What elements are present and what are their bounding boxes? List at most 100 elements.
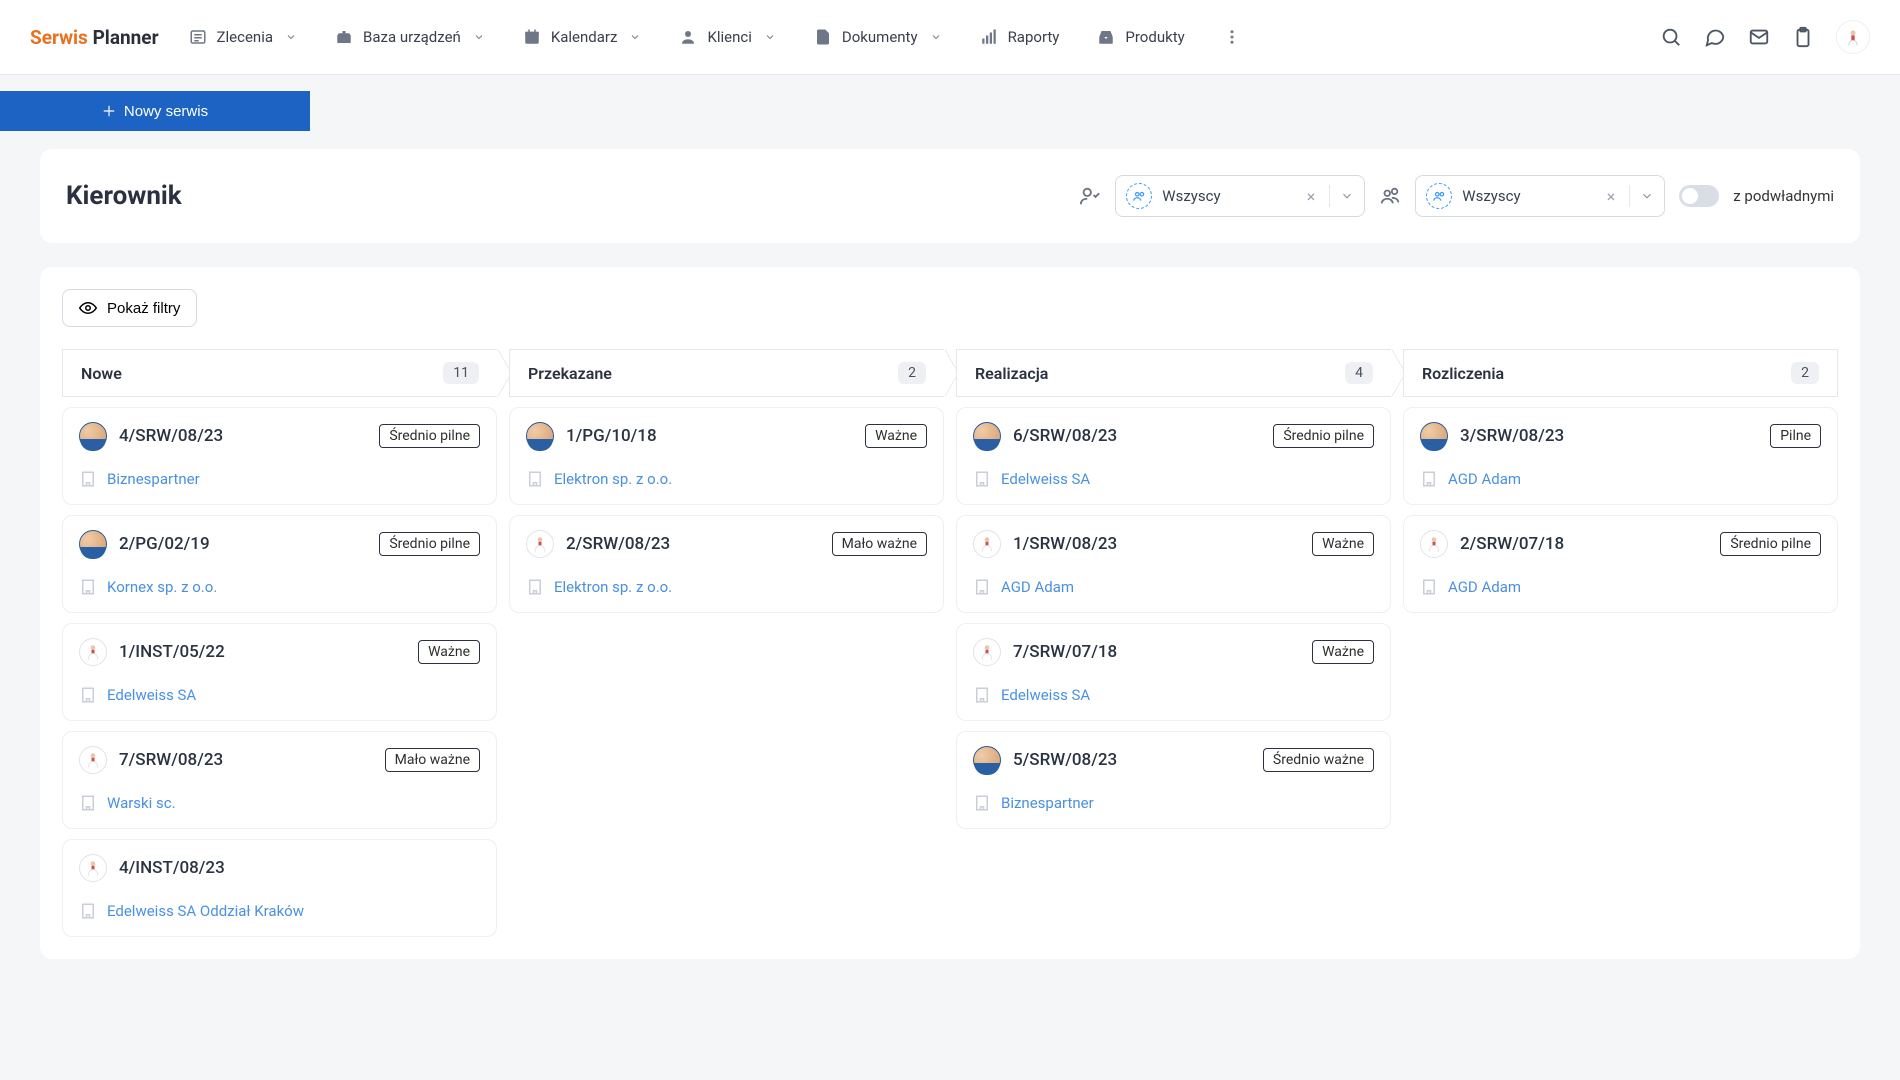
priority-badge: Ważne <box>865 424 927 448</box>
building-icon <box>973 470 991 488</box>
nav-item-kalendarz[interactable]: Kalendarz <box>523 28 642 46</box>
clear-icon[interactable]: × <box>1303 187 1320 206</box>
nav-label: Baza urządzeń <box>363 28 461 46</box>
order-card[interactable]: 7/SRW/07/18WażneEdelweiss SA <box>956 623 1391 721</box>
column-header[interactable]: Nowe11 <box>62 349 497 397</box>
nav-item-more[interactable] <box>1223 28 1241 46</box>
client-link[interactable]: Edelweiss SA <box>1001 470 1090 488</box>
client-link[interactable]: Kornex sp. z o.o. <box>107 578 217 596</box>
users-dashed-icon <box>1126 183 1152 209</box>
clipboard-icon[interactable] <box>1792 26 1814 48</box>
column-count-badge: 2 <box>898 362 926 384</box>
client-link[interactable]: AGD Adam <box>1001 578 1074 596</box>
column-title: Realizacja <box>975 364 1048 383</box>
document-icon <box>814 28 832 46</box>
client-link[interactable]: Elektron sp. z o.o. <box>554 470 672 488</box>
person-check-icon <box>1079 185 1101 207</box>
search-icon[interactable] <box>1660 26 1682 48</box>
building-icon <box>526 470 544 488</box>
order-card[interactable]: 1/INST/05/22WażneEdelweiss SA <box>62 623 497 721</box>
chevron-down-icon <box>764 31 776 43</box>
filter-user-select[interactable]: Wszyscy × <box>1115 175 1365 217</box>
nav-item-dokumenty[interactable]: Dokumenty <box>814 28 942 46</box>
column-header[interactable]: Rozliczenia2 <box>1403 349 1838 397</box>
chevron-down-icon <box>473 31 485 43</box>
bars-icon <box>980 28 998 46</box>
order-card[interactable]: 3/SRW/08/23PilneAGD Adam <box>1403 407 1838 505</box>
client-link[interactable]: Edelweiss SA <box>1001 686 1090 704</box>
column-header[interactable]: Przekazane2 <box>509 349 944 397</box>
client-link[interactable]: Warski sc. <box>107 794 176 812</box>
order-card[interactable]: 5/SRW/08/23Średnio ważneBiznespartner <box>956 731 1391 829</box>
order-code: 4/SRW/08/23 <box>119 426 367 446</box>
client-link[interactable]: AGD Adam <box>1448 578 1521 596</box>
nav-item-produkty[interactable]: Produkty <box>1097 28 1184 46</box>
assignee-avatar <box>79 638 107 666</box>
page-title: Kierownik <box>66 181 182 211</box>
column-count-badge: 11 <box>443 362 479 384</box>
new-service-button[interactable]: Nowy serwis <box>0 91 310 131</box>
column-cards: 3/SRW/08/23PilneAGD Adam 2/SRW/07/18Śred… <box>1403 407 1838 613</box>
order-code: 4/INST/08/23 <box>119 858 480 878</box>
priority-badge: Średnio pilne <box>1273 424 1374 448</box>
clear-icon[interactable]: × <box>1603 187 1620 206</box>
client-link[interactable]: Edelweiss SA <box>107 686 196 704</box>
assignee-avatar <box>526 422 554 450</box>
nav-item-zlecenia[interactable]: Zlecenia <box>189 28 297 46</box>
nav-item-baza[interactable]: Baza urządzeń <box>335 28 485 46</box>
logo[interactable]: Serwis Planner <box>30 26 159 49</box>
order-code: 3/SRW/08/23 <box>1460 426 1758 446</box>
client-link[interactable]: Edelweiss SA Oddział Kraków <box>107 902 304 920</box>
chat-icon[interactable] <box>1704 26 1726 48</box>
chevron-down-icon <box>285 31 297 43</box>
client-link[interactable]: Elektron sp. z o.o. <box>554 578 672 596</box>
assignee-avatar <box>79 422 107 450</box>
column-header[interactable]: Realizacja 4 <box>956 349 1391 397</box>
nav-item-klienci[interactable]: Klienci <box>679 28 775 46</box>
building-icon <box>973 794 991 812</box>
subordinates-toggle[interactable] <box>1679 185 1719 207</box>
nav-item-raporty[interactable]: Raporty <box>980 28 1060 46</box>
order-card[interactable]: 6/SRW/08/23Średnio pilneEdelweiss SA <box>956 407 1391 505</box>
order-card[interactable]: 4/INST/08/23 Edelweiss SA Oddział Kraków <box>62 839 497 937</box>
topnav-right-icons <box>1660 20 1870 54</box>
mail-icon[interactable] <box>1748 26 1770 48</box>
assignee-avatar <box>79 746 107 774</box>
order-code: 5/SRW/08/23 <box>1013 750 1251 770</box>
show-filters-button[interactable]: Pokaż filtry <box>62 289 197 327</box>
client-link[interactable]: AGD Adam <box>1448 470 1521 488</box>
nav-label: Kalendarz <box>551 28 618 46</box>
client-link[interactable]: Biznespartner <box>107 470 200 488</box>
order-code: 1/SRW/08/23 <box>1013 534 1300 554</box>
order-card[interactable]: 2/SRW/07/18Średnio pilneAGD Adam <box>1403 515 1838 613</box>
order-code: 2/SRW/08/23 <box>566 534 820 554</box>
team-icon <box>1379 185 1401 207</box>
logo-part2: Planner <box>93 26 159 49</box>
order-card[interactable]: 4/SRW/08/23Średnio pilneBiznespartner <box>62 407 497 505</box>
chevron-down-icon[interactable] <box>1640 189 1654 203</box>
assignee-avatar <box>79 854 107 882</box>
priority-badge: Ważne <box>418 640 480 664</box>
priority-badge: Ważne <box>1312 532 1374 556</box>
user-avatar[interactable] <box>1836 20 1870 54</box>
chevron-down-icon <box>930 31 942 43</box>
client-link[interactable]: Biznespartner <box>1001 794 1094 812</box>
order-card[interactable]: 7/SRW/08/23Mało ważneWarski sc. <box>62 731 497 829</box>
building-icon <box>79 470 97 488</box>
column-count-badge: 4 <box>1345 362 1373 384</box>
order-card[interactable]: 2/SRW/08/23Mało ważneElektron sp. z o.o. <box>509 515 944 613</box>
inbox-icon <box>1097 28 1115 46</box>
filter-team-select[interactable]: Wszyscy × <box>1415 175 1665 217</box>
order-card[interactable]: 1/SRW/08/23 Ważne AGD Adam <box>956 515 1391 613</box>
assignee-avatar <box>973 422 1001 450</box>
priority-badge: Mało ważne <box>385 748 480 772</box>
order-card[interactable]: 2/PG/02/19Średnio pilneKornex sp. z o.o. <box>62 515 497 613</box>
order-card[interactable]: 1/PG/10/18WażneElektron sp. z o.o. <box>509 407 944 505</box>
assignee-avatar <box>973 530 1001 558</box>
building-icon <box>79 686 97 704</box>
chevron-down-icon[interactable] <box>1340 189 1354 203</box>
column-cards: 1/PG/10/18WażneElektron sp. z o.o. 2/SRW… <box>509 407 944 613</box>
kanban-column: Nowe11 4/SRW/08/23Średnio pilneBiznespart… <box>62 349 497 937</box>
users-dashed-icon <box>1426 183 1452 209</box>
dots-vertical-icon <box>1223 28 1241 46</box>
